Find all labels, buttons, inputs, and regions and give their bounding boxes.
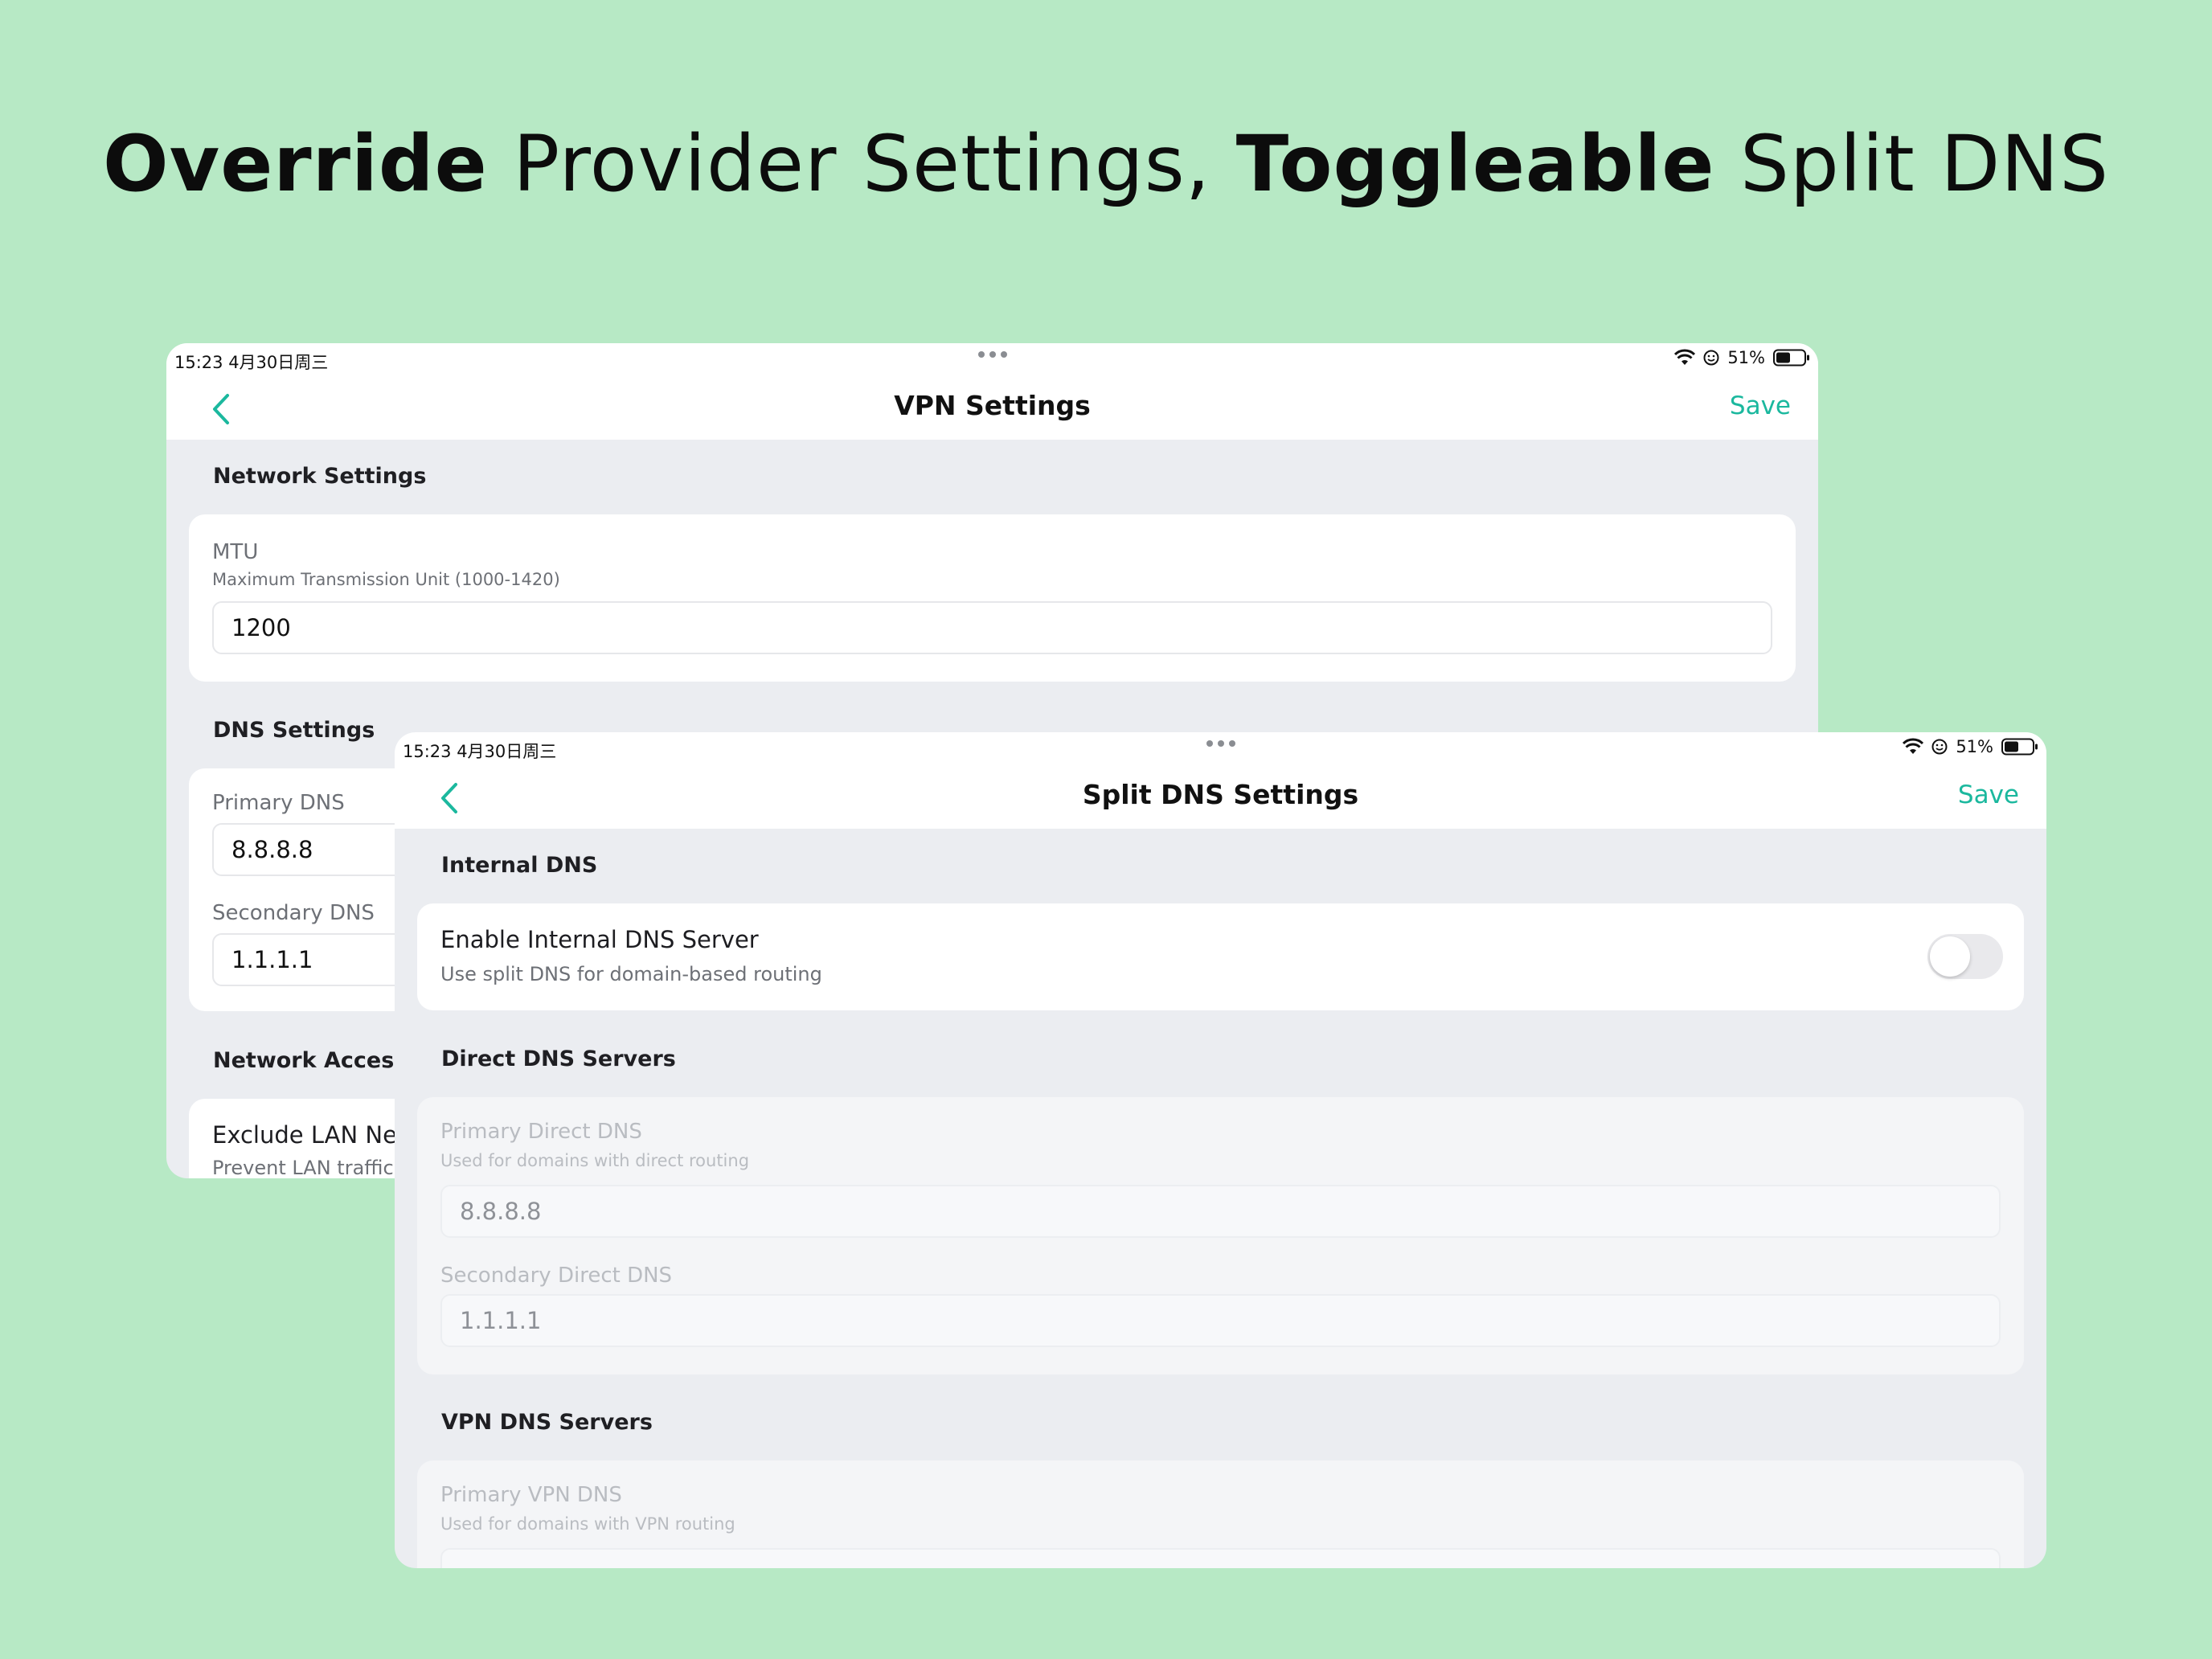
headline-bold-toggleable: Toggleable <box>1235 119 1715 209</box>
status-time: 15:23 4月30日周三 <box>403 742 557 761</box>
status-time: 15:23 4月30日周三 <box>174 353 329 372</box>
headline-text-2: Split DNS <box>1714 119 2109 209</box>
headline-bold-override: Override <box>103 119 488 209</box>
section-title-network-access: Network Access <box>213 1048 408 1073</box>
wifi-icon <box>1903 738 1924 754</box>
primary-direct-dns-input[interactable]: 8.8.8.8 <box>440 1185 2001 1238</box>
battery-icon <box>1773 349 1809 367</box>
primary-direct-dns-label: Primary Direct DNS <box>440 1120 642 1144</box>
secondary-direct-dns-input[interactable]: 1.1.1.1 <box>440 1294 2001 1347</box>
secondary-direct-dns-label: Secondary Direct DNS <box>440 1264 673 1288</box>
page-title: VPN Settings <box>894 390 1091 421</box>
top-bar: 15:23 4月30日周三 51% Split DNS Settings Sav… <box>395 732 2046 829</box>
save-button[interactable]: Save <box>1730 391 1791 420</box>
toggle-knob <box>1930 936 1970 977</box>
primary-vpn-dns-input[interactable] <box>440 1548 2001 1568</box>
section-title-dns-settings: DNS Settings <box>213 718 375 743</box>
multitasking-dots[interactable] <box>977 351 1007 358</box>
status-indicators: 51% <box>1674 348 1810 367</box>
mtu-input[interactable]: 1200 <box>212 601 1772 654</box>
exclude-lan-subtitle: Prevent LAN traffic <box>212 1157 394 1178</box>
save-button[interactable]: Save <box>1958 780 2019 809</box>
battery-percent: 51% <box>1727 348 1765 367</box>
enable-internal-dns-title: Enable Internal DNS Server <box>440 926 759 953</box>
section-title-vpn-dns-servers: VPN DNS Servers <box>441 1410 653 1435</box>
wifi-icon <box>1674 349 1696 365</box>
headline-text-1: Provider Settings, <box>487 119 1236 209</box>
primary-vpn-dns-label: Primary VPN DNS <box>440 1483 622 1507</box>
primary-direct-dns-hint: Used for domains with direct routing <box>440 1151 750 1170</box>
battery-percent: 51% <box>1956 737 1993 756</box>
primary-vpn-dns-hint: Used for domains with VPN routing <box>440 1514 735 1534</box>
status-indicators: 51% <box>1903 737 2038 756</box>
page-title: Split DNS Settings <box>1082 779 1359 810</box>
battery-icon <box>2001 738 2038 756</box>
enable-internal-dns-subtitle: Use split DNS for domain-based routing <box>440 963 822 985</box>
internal-dns-card: Enable Internal DNS Server Use split DNS… <box>417 903 2024 1010</box>
multitasking-dots[interactable] <box>1206 740 1235 747</box>
enable-internal-dns-toggle[interactable] <box>1927 934 2003 979</box>
primary-dns-label: Primary DNS <box>212 791 345 815</box>
mtu-hint: Maximum Transmission Unit (1000-1420) <box>212 570 560 589</box>
direct-dns-card: Primary Direct DNS Used for domains with… <box>417 1097 2024 1374</box>
exclude-lan-title: Exclude LAN Net <box>212 1121 407 1149</box>
mtu-label: MTU <box>212 540 259 564</box>
headline: Override Provider Settings, Toggleable S… <box>0 119 2212 209</box>
vpn-dns-card: Primary VPN DNS Used for domains with VP… <box>417 1460 2024 1568</box>
section-title-direct-dns-servers: Direct DNS Servers <box>441 1047 676 1071</box>
secondary-dns-label: Secondary DNS <box>212 901 375 925</box>
section-title-internal-dns: Internal DNS <box>441 853 598 878</box>
focus-face-icon <box>1931 739 1948 755</box>
network-settings-card: MTU Maximum Transmission Unit (1000-1420… <box>189 514 1796 682</box>
section-title-network-settings: Network Settings <box>213 464 427 489</box>
top-bar: 15:23 4月30日周三 51% VPN Settings Save <box>166 343 1818 440</box>
split-dns-settings-window: 15:23 4月30日周三 51% Split DNS Settings Sav… <box>395 732 2046 1568</box>
focus-face-icon <box>1703 350 1719 366</box>
